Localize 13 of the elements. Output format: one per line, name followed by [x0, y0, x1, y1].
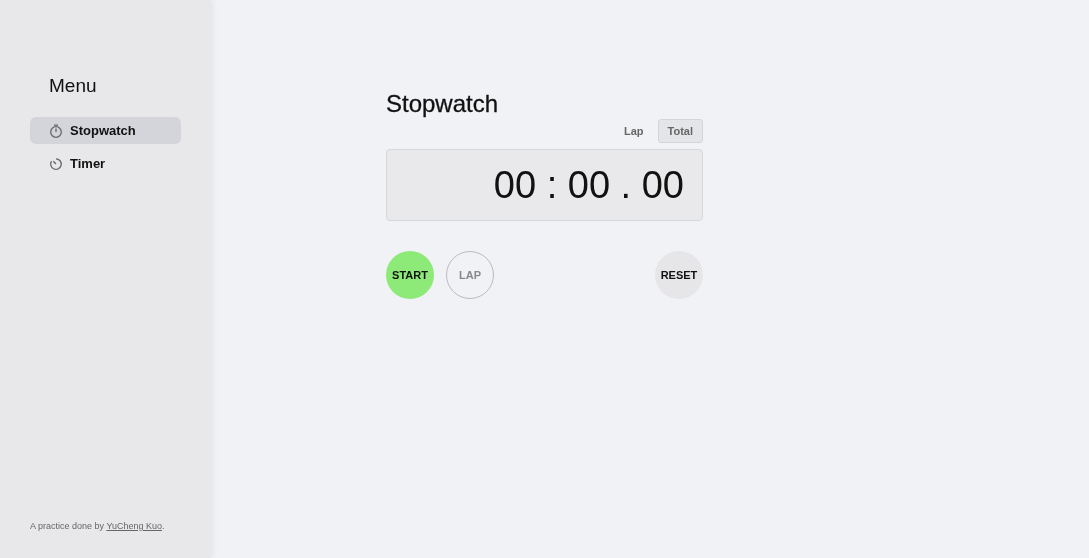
- menu-title: Menu: [49, 75, 98, 97]
- page-title: Stopwatch: [386, 90, 500, 118]
- reset-button[interactable]: RESET: [655, 251, 703, 299]
- timer-icon: [49, 156, 63, 171]
- stopwatch-icon: [49, 123, 63, 138]
- mode-toggle[interactable]: Lap: [613, 119, 654, 143]
- footer-note: A practice done by YuCheng Kuo.: [30, 521, 166, 531]
- menu-item[interactable]: Stopwatch: [30, 117, 181, 144]
- time-display: 00 : 00 . 00: [386, 149, 703, 221]
- menu-item[interactable]: Timer: [30, 150, 181, 177]
- start-button[interactable]: START: [386, 251, 434, 299]
- author-link[interactable]: YuCheng Kuo: [106, 521, 162, 531]
- mode-toggle[interactable]: Total: [657, 119, 703, 143]
